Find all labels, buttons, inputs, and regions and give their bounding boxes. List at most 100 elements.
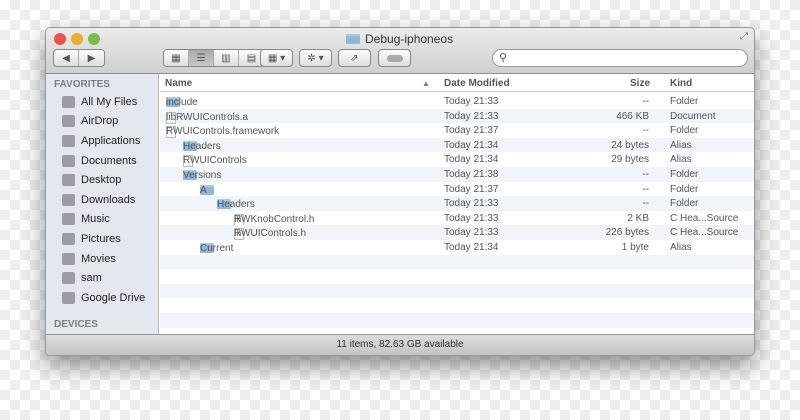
action-button[interactable]: ✲ ▾	[299, 49, 332, 67]
sidebar-item-pictures[interactable]: Pictures	[46, 229, 158, 249]
table-row[interactable]: RWUIControls Today 21:34 29 bytes Alias	[160, 152, 754, 168]
minimize-button[interactable]	[71, 33, 83, 45]
kind-cell: Alias	[670, 139, 692, 151]
column-header: Name ▲ Date Modified Size Kind	[160, 74, 754, 92]
file-name: Headers	[217, 199, 255, 211]
title-bar: Debug-iphoneos ⤢ ◀ ▶ ▦ ☰ ▥ ▤ ▦ ▾ ✲ ▾ ⇗ ⚲	[46, 28, 754, 74]
close-button[interactable]	[54, 33, 66, 45]
table-row[interactable]: libRWUIControls.a Today 21:33 466 KB Doc…	[160, 108, 754, 124]
sort-ascending-icon: ▲	[422, 79, 430, 88]
kind-column-header[interactable]: Kind	[670, 78, 692, 89]
sidebar-item-applications[interactable]: Applications	[46, 131, 158, 151]
sidebar-item-movies[interactable]: Movies	[46, 249, 158, 269]
kind-cell: Document	[670, 110, 716, 122]
sidebar-item-label: Pictures	[81, 232, 121, 245]
size-cell: 2 KB	[627, 212, 649, 224]
file-list: Name ▲ Date Modified Size Kind ▶include …	[160, 74, 754, 336]
size-cell: --	[642, 183, 649, 195]
date-cell: Today 21:33	[444, 96, 499, 107]
sidebar-item-label: Music	[81, 213, 110, 226]
file-name: Versions	[183, 169, 222, 181]
file-name: libRWUIControls.a	[166, 111, 249, 123]
kind-cell: Folder	[670, 125, 699, 137]
devices-header: DEVICES	[54, 318, 98, 330]
table-row[interactable]: Current Today 21:34 1 byte Alias	[160, 240, 754, 255]
size-column-header[interactable]: Size	[630, 78, 650, 89]
table-row[interactable]: h RWUIControls.h Today 21:33 226 bytes C …	[160, 225, 754, 241]
kind-cell: Folder	[670, 168, 699, 180]
file-name: Headers	[183, 140, 221, 152]
favorites-header: FAVORITES	[54, 79, 110, 90]
tags-button[interactable]	[378, 49, 411, 67]
arrange-button[interactable]: ▦ ▾	[260, 49, 293, 67]
size-cell: 1 byte	[621, 241, 649, 253]
table-row[interactable]: ▼A Today 21:37 -- Folder	[160, 182, 754, 197]
list-view-icon[interactable]: ☰	[189, 50, 214, 66]
kind-cell: C Hea...Source	[670, 227, 739, 239]
file-name: include	[166, 97, 198, 108]
table-row[interactable]: ▼RWUIControls.framework Today 21:37 -- F…	[160, 123, 754, 139]
file-name: RWUIControls.h	[234, 228, 307, 240]
table-row[interactable]: ▼Headers Today 21:33 -- Folder	[160, 196, 754, 211]
sidebar-item-airdrop[interactable]: AirDrop	[46, 112, 158, 132]
tag-icon	[386, 54, 403, 62]
date-cell: Today 21:37	[444, 183, 499, 195]
name-column-header[interactable]: Name	[165, 78, 192, 89]
sidebar-item-desktop[interactable]: Desktop	[46, 170, 158, 190]
airdrop-icon	[62, 115, 75, 128]
table-row[interactable]: ▶include Today 21:33 -- Folder	[160, 94, 754, 109]
size-cell: --	[642, 198, 649, 210]
size-cell: --	[642, 168, 649, 180]
date-cell: Today 21:37	[444, 125, 499, 137]
sidebar-item-google-drive[interactable]: Google Drive	[46, 288, 158, 308]
back-button[interactable]: ◀	[54, 50, 79, 66]
search-input[interactable]: ⚲	[492, 49, 748, 67]
nav-buttons: ◀ ▶	[53, 49, 105, 67]
all-files-icon	[62, 95, 75, 108]
table-row[interactable]: Headers Today 21:34 24 bytes Alias	[160, 137, 754, 153]
file-name: Current	[200, 242, 234, 254]
table-row[interactable]: h RWKnobControl.h Today 21:33 2 KB C Hea.…	[160, 211, 754, 226]
sidebar-item-music[interactable]: Music	[46, 210, 158, 230]
kind-cell: Folder	[670, 183, 699, 195]
empty-row	[160, 298, 754, 313]
date-cell: Today 21:33	[444, 212, 499, 224]
zoom-button[interactable]	[88, 33, 100, 45]
size-cell: 24 bytes	[611, 139, 649, 151]
sidebar-item-documents[interactable]: Documents	[46, 151, 158, 171]
music-icon	[62, 213, 75, 226]
size-cell: 466 KB	[616, 110, 649, 122]
status-bar: 11 items, 82.63 GB available	[46, 334, 754, 355]
column-view-icon[interactable]: ▥	[214, 50, 239, 66]
desktop-icon	[62, 174, 75, 187]
date-column-header[interactable]: Date Modified	[444, 78, 510, 89]
pictures-icon	[62, 232, 75, 245]
forward-button[interactable]: ▶	[79, 50, 104, 66]
date-cell: Today 21:33	[444, 227, 499, 239]
share-icon: ⇗	[350, 52, 359, 64]
applications-icon	[62, 134, 75, 147]
window-title-text: Debug-iphoneos	[365, 32, 454, 46]
sidebar-item-label: sam	[81, 272, 102, 285]
sidebar-item-all-files[interactable]: All My Files	[46, 92, 158, 112]
table-row[interactable]: ▼Versions Today 21:38 -- Folder	[160, 166, 754, 182]
icon-view-icon[interactable]: ▦	[164, 50, 189, 66]
file-name: RWUIControls	[183, 155, 247, 167]
empty-row	[160, 269, 754, 284]
fullscreen-icon[interactable]: ⤢	[740, 31, 748, 42]
date-cell: Today 21:38	[444, 168, 499, 180]
sidebar-item-label: AirDrop	[81, 115, 119, 128]
sidebar-item-home[interactable]: sam	[46, 268, 158, 288]
kind-cell: Alias	[670, 154, 692, 166]
finder-window: Debug-iphoneos ⤢ ◀ ▶ ▦ ☰ ▥ ▤ ▦ ▾ ✲ ▾ ⇗ ⚲…	[45, 27, 755, 356]
kind-cell: C Hea...Source	[670, 212, 739, 224]
sidebar-item-downloads[interactable]: Downloads	[46, 190, 158, 210]
sidebar-item-label: Downloads	[81, 193, 136, 206]
empty-row	[160, 254, 754, 270]
file-name: RWKnobControl.h	[234, 213, 315, 225]
share-button[interactable]: ⇗	[338, 49, 371, 67]
search-icon: ⚲	[499, 52, 508, 64]
documents-icon	[62, 154, 75, 167]
downloads-icon	[62, 193, 75, 206]
size-cell: --	[642, 96, 649, 107]
